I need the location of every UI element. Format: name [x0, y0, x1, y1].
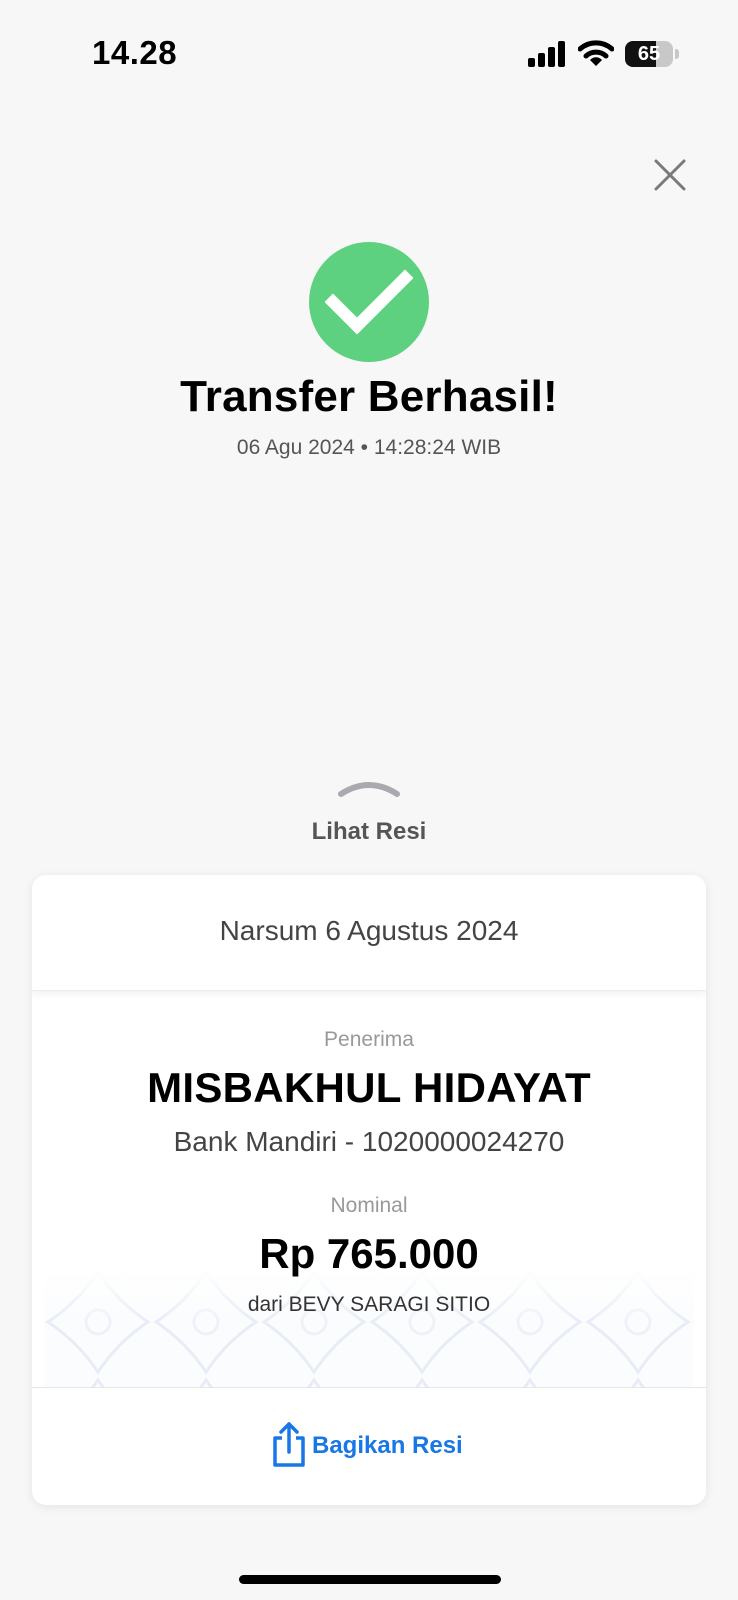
status-bar: 14.28 65 [0, 0, 738, 110]
view-receipt-label: Lihat Resi [311, 818, 427, 845]
battery-icon: 65 [625, 41, 679, 67]
success-title: Transfer Berhasil! [180, 372, 558, 421]
share-receipt-button[interactable]: Bagikan Resi [268, 1420, 472, 1470]
amount-label: Nominal [330, 1194, 408, 1217]
chevron-up-icon [338, 782, 400, 797]
status-time: 14.28 [92, 34, 178, 71]
battery-level: 65 [637, 43, 661, 65]
receipt-note: Narsum 6 Agustus 2024 [219, 915, 519, 946]
cellular-signal-icon [528, 41, 565, 67]
card-divider [32, 1387, 706, 1388]
receipt-card: Narsum 6 Agustus 2024 [32, 875, 706, 1505]
batik-pattern [44, 1268, 694, 1388]
recipient-name: MISBAKHUL HIDAYAT [147, 1064, 591, 1111]
receipt-note-row: Narsum 6 Agustus 2024 [32, 875, 706, 991]
checkmark-circle-icon [309, 242, 429, 362]
sender-name: dari BEVY SARAGI SITIO [247, 1293, 491, 1316]
transaction-datetime: 06 Agu 2024 • 14:28:24 WIB [236, 436, 502, 459]
recipient-bank-account: Bank Mandiri - 1020000024270 [173, 1126, 565, 1157]
transfer-success-screen: 14.28 65 Transfer Berhasil! 06 Agu 2024 … [0, 0, 738, 1600]
recipient-label: Penerima [324, 1028, 414, 1051]
transfer-amount: Rp 765.000 [259, 1230, 479, 1277]
home-indicator[interactable] [239, 1575, 501, 1584]
view-receipt-toggle[interactable]: Lihat Resi [280, 770, 458, 850]
close-icon[interactable] [650, 155, 690, 195]
wifi-icon [578, 40, 614, 66]
share-icon [273, 1422, 305, 1467]
share-receipt-label: Bagikan Resi [312, 1432, 463, 1459]
